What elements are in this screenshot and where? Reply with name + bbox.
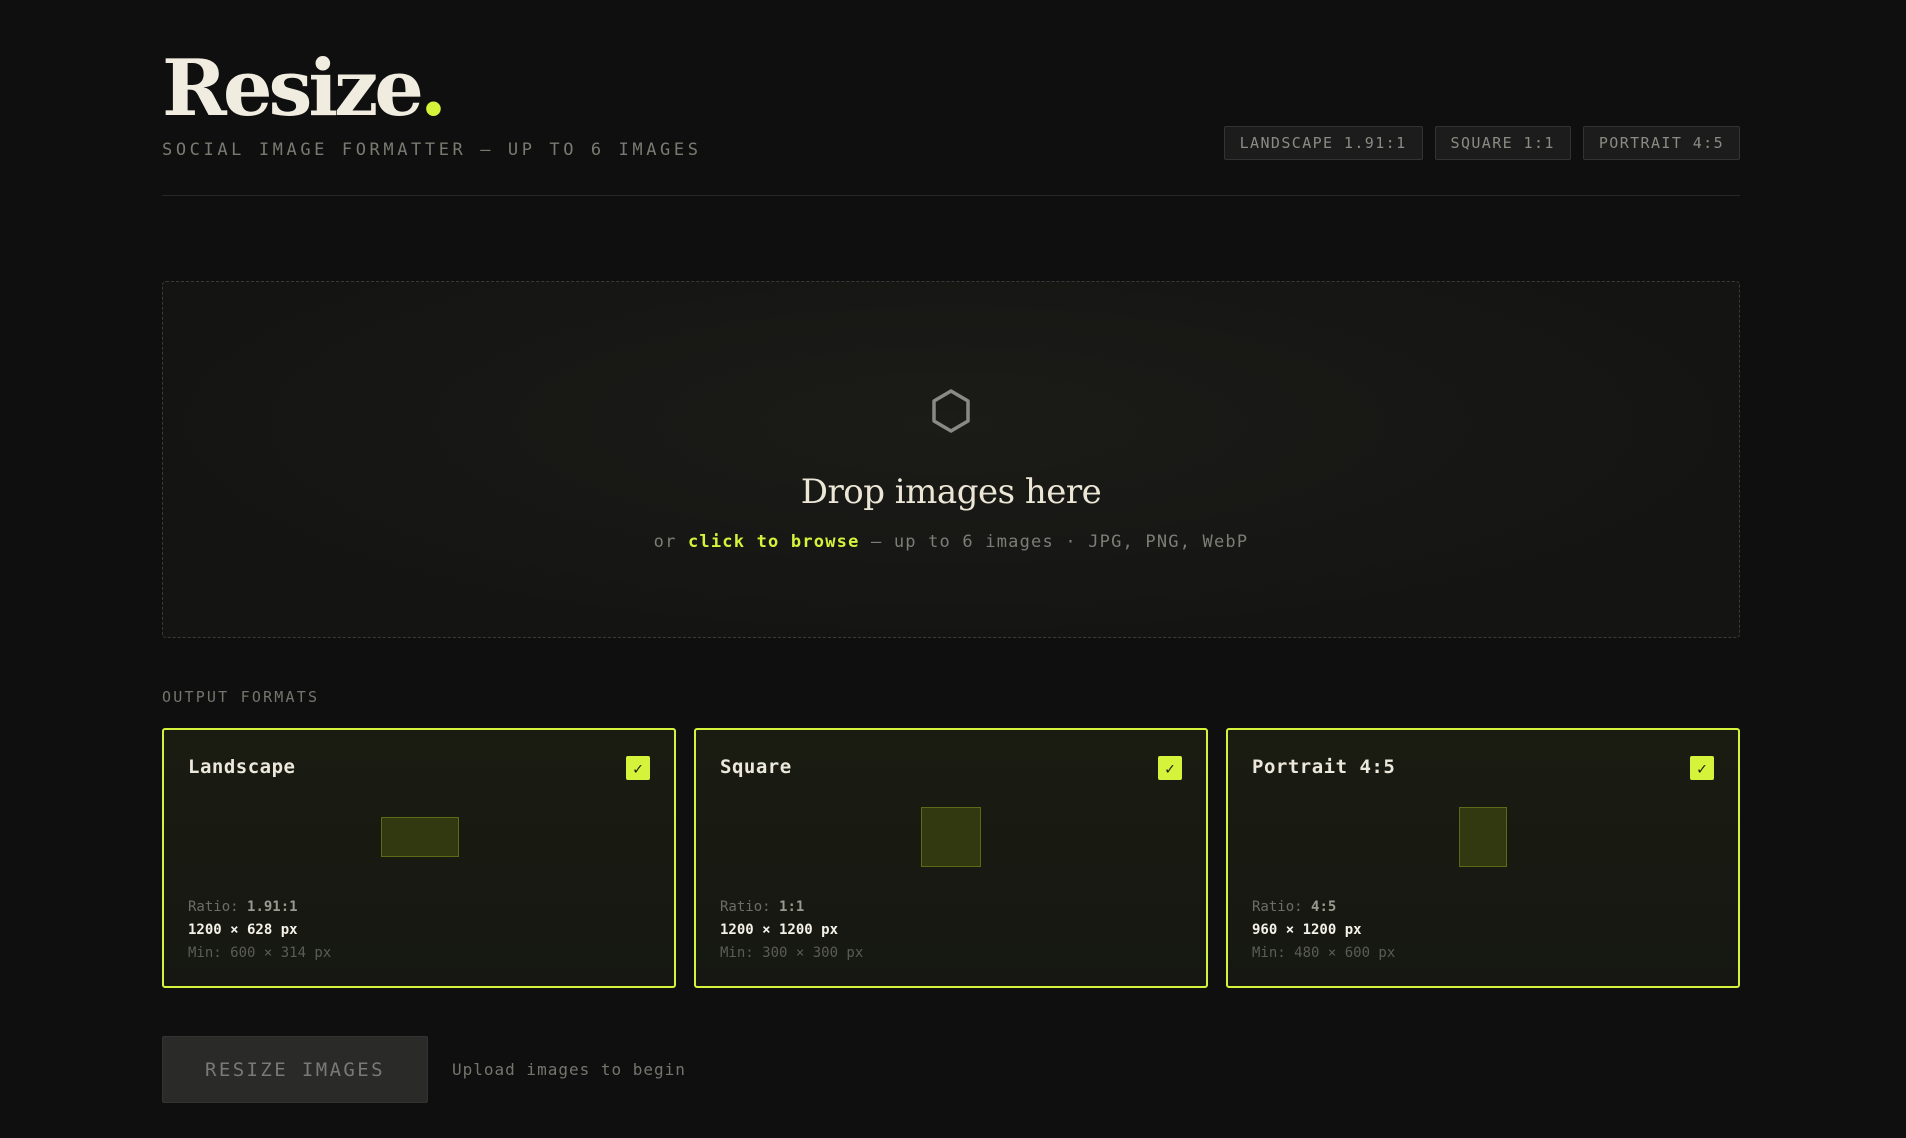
chip-portrait[interactable]: PORTRAIT 4:5 (1582, 126, 1740, 160)
format-chips: LANDSCAPE 1.91:1 SQUARE 1:1 PORTRAIT 4:5 (1223, 126, 1740, 160)
chip-square[interactable]: SQUARE 1:1 (1434, 126, 1571, 160)
checkbox-checked-icon[interactable]: ✓ (1690, 756, 1714, 780)
card-meta: Ratio: 4:5 960 × 1200 px Min: 480 × 600 … (1252, 896, 1395, 965)
format-card-landscape[interactable]: Landscape ✓ Ratio: 1.91:1 1200 × 628 px … (162, 728, 676, 988)
output-formats-label: OUTPUT FORMATS (162, 688, 320, 706)
checkbox-checked-icon[interactable]: ✓ (1158, 756, 1182, 780)
card-title: Landscape (188, 756, 296, 778)
drop-title: Drop images here (800, 472, 1102, 512)
dimensions-text: 960 × 1200 px (1252, 922, 1362, 938)
ratio-text: Ratio: 1:1 (720, 899, 805, 915)
format-card-portrait[interactable]: Portrait 4:5 ✓ Ratio: 4:5 960 × 1200 px … (1226, 728, 1740, 988)
format-cards: Landscape ✓ Ratio: 1.91:1 1200 × 628 px … (162, 728, 1740, 988)
portrait-preview-shape (1459, 807, 1507, 867)
min-size-text: Min: 600 × 314 px (188, 945, 332, 961)
chip-landscape[interactable]: LANDSCAPE 1.91:1 (1223, 126, 1423, 160)
brand-logo: Resize. (162, 43, 447, 134)
ratio-text: Ratio: 4:5 (1252, 899, 1337, 915)
card-title: Portrait 4:5 (1252, 756, 1396, 778)
card-meta: Ratio: 1.91:1 1200 × 628 px Min: 600 × 3… (188, 896, 331, 965)
drop-subtitle: or click to browse — up to 6 images · JP… (653, 532, 1249, 552)
resize-images-button[interactable]: RESIZE IMAGES (162, 1036, 428, 1103)
dimensions-text: 1200 × 1200 px (720, 922, 839, 938)
hexagon-icon (932, 389, 970, 433)
dimensions-text: 1200 × 628 px (188, 922, 298, 938)
card-meta: Ratio: 1:1 1200 × 1200 px Min: 300 × 300… (720, 896, 863, 965)
format-card-square[interactable]: Square ✓ Ratio: 1:1 1200 × 1200 px Min: … (694, 728, 1208, 988)
min-size-text: Min: 300 × 300 px (720, 945, 864, 961)
landscape-preview-shape (381, 817, 459, 857)
tagline: SOCIAL IMAGE FORMATTER — UP TO 6 IMAGES (162, 140, 702, 160)
checkbox-checked-icon[interactable]: ✓ (626, 756, 650, 780)
square-preview-shape (921, 807, 981, 867)
status-text: Upload images to begin (452, 1060, 686, 1079)
app-root: Resize. SOCIAL IMAGE FORMATTER — UP TO 6… (162, 0, 1740, 1138)
drop-zone[interactable]: Drop images here or click to browse — up… (162, 281, 1740, 638)
min-size-text: Min: 480 × 600 px (1252, 945, 1396, 961)
card-title: Square (720, 756, 792, 778)
ratio-text: Ratio: 1.91:1 (188, 899, 298, 915)
browse-link[interactable]: click to browse (688, 532, 860, 552)
header-divider (162, 195, 1740, 196)
